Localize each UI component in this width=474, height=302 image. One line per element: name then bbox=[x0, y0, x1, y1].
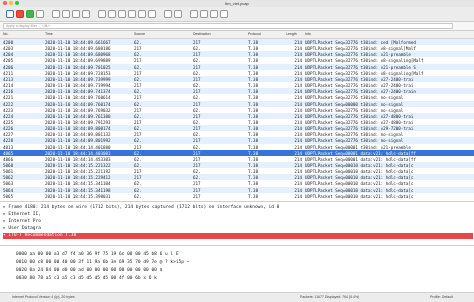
column-header-time[interactable]: Time bbox=[45, 32, 53, 36]
reload-icon[interactable] bbox=[82, 10, 90, 18]
main-toolbar bbox=[0, 7, 474, 22]
start-capture-icon[interactable] bbox=[6, 10, 14, 18]
last-packet-icon[interactable] bbox=[148, 10, 156, 18]
column-header-source[interactable]: Source bbox=[134, 32, 145, 36]
packet-cell-src: 62. bbox=[134, 193, 142, 199]
open-file-icon[interactable] bbox=[52, 10, 60, 18]
go-forward-icon[interactable] bbox=[118, 10, 126, 18]
close-file-icon[interactable] bbox=[72, 10, 80, 18]
hex-row: 0020 0a 24 84 00 d0 00 ad 00 00 00 00 00… bbox=[16, 268, 163, 273]
detail-ip[interactable]: ▸ Internet Pro bbox=[3, 219, 41, 225]
column-header-info[interactable]: Info bbox=[305, 32, 311, 36]
hex-row: 0010 00 c8 00 00 40 00 3f 11 9a 6b 3e 69… bbox=[16, 260, 190, 265]
status-left: Internet Protocol Version 4 (Ip), 20 byt… bbox=[12, 295, 75, 299]
go-back-icon[interactable] bbox=[108, 10, 116, 18]
capture-options-icon[interactable] bbox=[36, 10, 44, 18]
app-window: tim_viet.pcap Apply a display filter ...… bbox=[0, 0, 474, 302]
zoom-in-icon[interactable] bbox=[190, 10, 198, 18]
find-packet-icon[interactable] bbox=[98, 10, 106, 18]
detail-udp[interactable]: ▸ User Datagra bbox=[3, 226, 41, 232]
colorize-icon[interactable] bbox=[174, 10, 182, 18]
first-packet-icon[interactable] bbox=[138, 10, 146, 18]
hex-row: 0030 80 78 a5 c3 a5 c3 d5 d5 d5 d5 00 4f… bbox=[16, 276, 157, 281]
autoscroll-icon[interactable] bbox=[164, 10, 172, 18]
detail-ethernet[interactable]: ▸ Ethernet II, bbox=[3, 212, 41, 218]
save-file-icon[interactable] bbox=[62, 10, 70, 18]
display-filter-bar: Apply a display filter ... <⌘/> bbox=[0, 22, 474, 31]
hex-row: 0000 aa 00 00 a3 d7 f4 a0 36 9f 75 19 6c… bbox=[16, 252, 179, 257]
packet-cell-dst: 217 bbox=[193, 193, 201, 199]
normal-size-icon[interactable] bbox=[210, 10, 218, 18]
display-filter-input[interactable]: Apply a display filter ... <⌘/> bbox=[3, 23, 453, 29]
column-header-destination[interactable]: Destination bbox=[193, 32, 211, 36]
column-header-protocol[interactable]: Protocol bbox=[248, 32, 261, 36]
packet-cell-time: 2020-11-10 18:44:15.398031 bbox=[45, 193, 111, 199]
status-profile[interactable]: Profile: Default bbox=[430, 295, 453, 299]
packet-bytes-pane: 0000 aa 00 00 a3 d7 f4 a0 36 9f 75 19 6c… bbox=[0, 245, 474, 293]
stop-capture-icon[interactable] bbox=[16, 10, 24, 18]
restart-capture-icon[interactable] bbox=[26, 10, 34, 18]
packet-cell-info: UDPTLPacket Seq=00010 data:v21: hdlc-dat… bbox=[305, 193, 414, 199]
packet-cell-proto: T.38 bbox=[248, 193, 259, 199]
packet-cell-len: 214 bbox=[294, 193, 302, 199]
packet-row[interactable]: 5065 2020-11-10 18:44:15.398031 62. 217 T.38… bbox=[0, 192, 474, 200]
packet-list-header: No. Time Source Destination Protocol Len… bbox=[0, 31, 474, 39]
column-header-no[interactable]: No. bbox=[3, 32, 8, 36]
status-packets: Packets: 11677 Displayed: 764 (5.4%) bbox=[300, 295, 360, 299]
packet-list: No. Time Source Destination Protocol Len… bbox=[0, 31, 474, 201]
detail-frame[interactable]: ▸ Frame 4180: 214 bytes on wire (1712 bi… bbox=[3, 205, 279, 211]
window-title: tim_viet.pcap bbox=[225, 1, 249, 6]
detail-t38[interactable]: ▾ ITU-T Recommendation T.38 bbox=[3, 233, 473, 239]
title-bar: tim_viet.pcap bbox=[0, 0, 474, 7]
go-to-packet-icon[interactable] bbox=[128, 10, 136, 18]
packet-cell-no: 5065 bbox=[3, 193, 14, 199]
packet-details-pane: ▸ Frame 4180: 214 bytes on wire (1712 bi… bbox=[0, 201, 474, 246]
zoom-out-icon[interactable] bbox=[200, 10, 208, 18]
column-header-length[interactable]: Length bbox=[286, 32, 297, 36]
resize-columns-icon[interactable] bbox=[220, 10, 228, 18]
